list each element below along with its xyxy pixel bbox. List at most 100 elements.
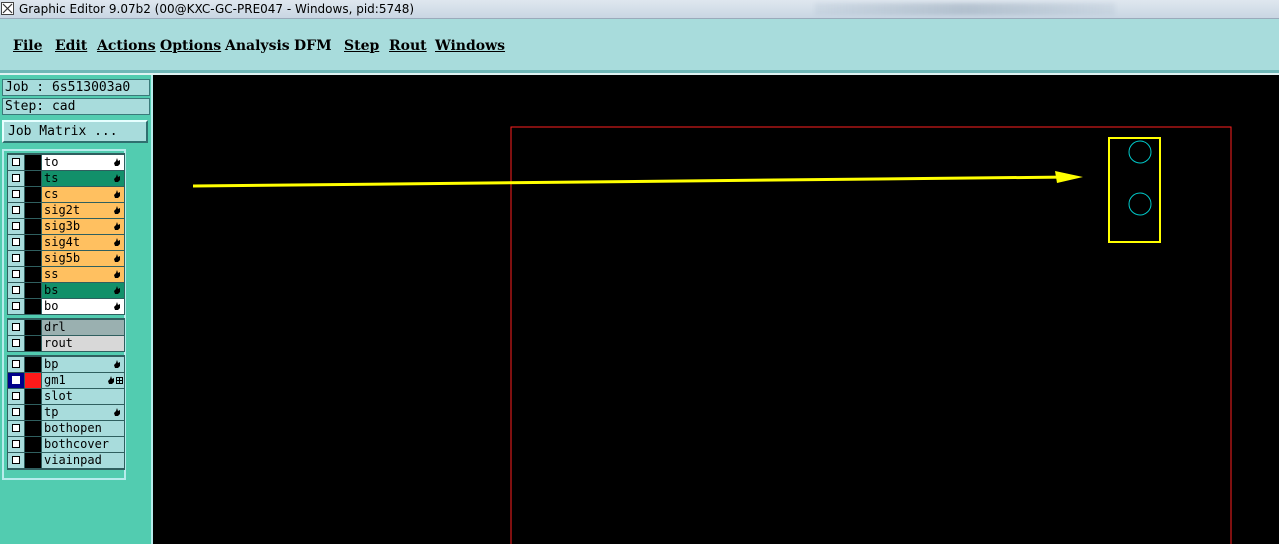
pad-circle-bottom[interactable] [1128, 192, 1152, 216]
menu-actions[interactable]: Actions [97, 38, 156, 54]
layer-name[interactable]: bo [42, 299, 124, 314]
layer-name-label: bp [44, 357, 59, 371]
layer-color-swatch[interactable] [25, 320, 41, 335]
checkbox-square-icon [12, 206, 20, 214]
layer-name-label: bothopen [44, 421, 102, 435]
menu-edit[interactable]: Edit [55, 38, 87, 54]
layer-color-swatch[interactable] [25, 405, 41, 420]
layer-color-swatch[interactable] [25, 283, 41, 298]
layer-name[interactable]: slot [42, 389, 124, 404]
layer-checkbox[interactable] [8, 453, 24, 468]
layer-row-gm1[interactable]: gm1 [8, 373, 125, 388]
layer-row-bp[interactable]: bp [8, 357, 125, 372]
layer-name-label: sig3b [44, 219, 81, 233]
layer-checkbox[interactable] [8, 219, 24, 234]
layer-name[interactable]: bs [42, 283, 124, 298]
layer-color-swatch[interactable] [25, 373, 41, 388]
layer-row-cs[interactable]: cs [8, 187, 125, 202]
layer-name[interactable]: viainpad [42, 453, 124, 468]
layer-checkbox[interactable] [8, 187, 24, 202]
layer-row-tp[interactable]: tp [8, 405, 125, 420]
layer-checkbox[interactable] [8, 171, 24, 186]
layer-row-viainpad[interactable]: viainpad [8, 453, 125, 468]
layer-name[interactable]: ss [42, 267, 124, 282]
layer-checkbox[interactable] [8, 203, 24, 218]
layer-checkbox[interactable] [8, 155, 24, 170]
layer-row-sig4t[interactable]: sig4t [8, 235, 125, 250]
layer-color-swatch[interactable] [25, 219, 41, 234]
layer-checkbox[interactable] [8, 267, 24, 282]
menu-options[interactable]: Options [160, 38, 221, 54]
layer-checkbox[interactable] [8, 320, 24, 335]
layer-row-bo[interactable]: bo [8, 299, 125, 314]
layer-name[interactable]: bothcover [42, 437, 124, 452]
layer-name[interactable]: bothopen [42, 421, 124, 436]
job-matrix-button[interactable]: Job Matrix ... [2, 120, 148, 143]
layer-checkbox[interactable] [8, 373, 24, 388]
layer-color-swatch[interactable] [25, 336, 41, 351]
window-title-bar[interactable]: Graphic Editor 9.07b2 (00@KXC-GC-PRE047 … [0, 0, 1279, 19]
layer-checkbox[interactable] [8, 251, 24, 266]
layer-row-bothopen[interactable]: bothopen [8, 421, 125, 436]
layer-name[interactable]: to [42, 155, 124, 170]
layer-name-label: drl [44, 320, 66, 334]
layer-name[interactable]: rout [42, 336, 124, 351]
layer-name[interactable]: sig2t [42, 203, 124, 218]
layer-name[interactable]: sig4t [42, 235, 124, 250]
hand-icon [114, 206, 120, 214]
layer-name[interactable]: cs [42, 187, 124, 202]
layer-color-swatch[interactable] [25, 453, 41, 468]
layer-color-swatch[interactable] [25, 155, 41, 170]
layer-checkbox[interactable] [8, 389, 24, 404]
layer-row-ss[interactable]: ss [8, 267, 125, 282]
layer-row-bothcover[interactable]: bothcover [8, 437, 125, 452]
layer-color-swatch[interactable] [25, 203, 41, 218]
layer-row-sig2t[interactable]: sig2t [8, 203, 125, 218]
pad-circle-top[interactable] [1128, 140, 1152, 164]
layer-name[interactable]: drl [42, 320, 124, 335]
layer-color-swatch[interactable] [25, 251, 41, 266]
layer-checkbox[interactable] [8, 357, 24, 372]
layer-row-bs[interactable]: bs [8, 283, 125, 298]
window-title: Graphic Editor 9.07b2 (00@KXC-GC-PRE047 … [19, 2, 415, 16]
layer-checkbox[interactable] [8, 405, 24, 420]
layer-row-to[interactable]: to [8, 155, 125, 170]
layer-row-rout[interactable]: rout [8, 336, 125, 351]
layer-row-drl[interactable]: drl [8, 320, 125, 335]
checkbox-square-icon [12, 270, 20, 278]
layer-name[interactable]: bp [42, 357, 124, 372]
layer-row-sig3b[interactable]: sig3b [8, 219, 125, 234]
menu-dfm[interactable]: DFM [294, 38, 332, 54]
layer-color-swatch[interactable] [25, 437, 41, 452]
layer-name[interactable]: ts [42, 171, 124, 186]
layer-row-ts[interactable]: ts [8, 171, 125, 186]
layer-color-swatch[interactable] [25, 421, 41, 436]
layer-color-swatch[interactable] [25, 187, 41, 202]
layer-checkbox[interactable] [8, 437, 24, 452]
menu-rout[interactable]: Rout [389, 38, 427, 54]
hand-icon [108, 376, 114, 384]
layer-row-slot[interactable]: slot [8, 389, 125, 404]
layer-checkbox[interactable] [8, 235, 24, 250]
layer-checkbox[interactable] [8, 299, 24, 314]
layer-name[interactable]: gm1 [42, 373, 124, 388]
menu-step[interactable]: Step [344, 38, 379, 54]
layer-color-swatch[interactable] [25, 235, 41, 250]
layer-name-label: slot [44, 389, 73, 403]
layer-color-swatch[interactable] [25, 299, 41, 314]
layer-checkbox[interactable] [8, 336, 24, 351]
layer-color-swatch[interactable] [25, 267, 41, 282]
layer-name[interactable]: sig5b [42, 251, 124, 266]
menu-file[interactable]: File [13, 38, 42, 54]
menu-analysis[interactable]: Analysis [225, 38, 290, 54]
layer-name[interactable]: tp [42, 405, 124, 420]
layer-checkbox[interactable] [8, 283, 24, 298]
menu-windows[interactable]: Windows [435, 38, 505, 54]
graphic-canvas[interactable] [153, 75, 1279, 544]
layer-name[interactable]: sig3b [42, 219, 124, 234]
layer-row-sig5b[interactable]: sig5b [8, 251, 125, 266]
layer-checkbox[interactable] [8, 421, 24, 436]
layer-color-swatch[interactable] [25, 389, 41, 404]
layer-color-swatch[interactable] [25, 357, 41, 372]
layer-color-swatch[interactable] [25, 171, 41, 186]
